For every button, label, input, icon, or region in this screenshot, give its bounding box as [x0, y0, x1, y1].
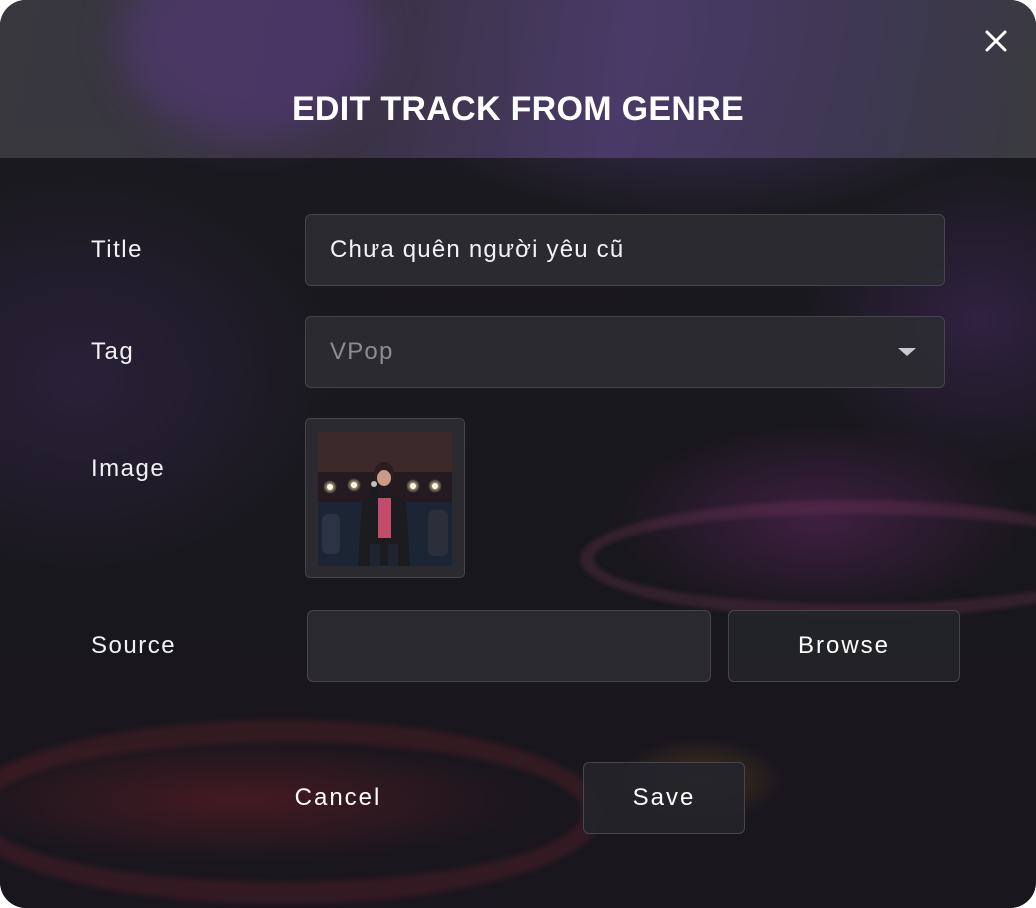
- title-label: Title: [91, 236, 143, 263]
- source-label: Source: [91, 632, 177, 659]
- close-button[interactable]: [980, 25, 1012, 57]
- source-input[interactable]: [307, 610, 711, 682]
- singer-photo-icon: [318, 432, 452, 566]
- title-input[interactable]: Chưa quên người yêu cũ: [305, 214, 945, 286]
- dialog-header: [0, 0, 1036, 158]
- cancel-button[interactable]: Cancel: [268, 784, 408, 812]
- edit-track-dialog: EDIT TRACK FROM GENRE Title Chưa quên ng…: [0, 0, 1036, 908]
- chevron-down-icon: [898, 348, 916, 356]
- save-button[interactable]: Save: [583, 762, 745, 834]
- dialog-title: EDIT TRACK FROM GENRE: [291, 90, 745, 128]
- image-picker[interactable]: [305, 418, 465, 578]
- browse-button[interactable]: Browse: [728, 610, 960, 682]
- save-button-label: Save: [632, 784, 696, 811]
- close-icon: [985, 30, 1007, 52]
- tag-label: Tag: [91, 338, 135, 365]
- title-input-value: Chưa quên người yêu cũ: [330, 236, 625, 263]
- image-label: Image: [91, 455, 166, 482]
- browse-button-label: Browse: [797, 632, 891, 659]
- tag-select-value: VPop: [330, 338, 394, 365]
- tag-select[interactable]: VPop: [305, 316, 945, 388]
- track-image-thumbnail: [318, 432, 452, 566]
